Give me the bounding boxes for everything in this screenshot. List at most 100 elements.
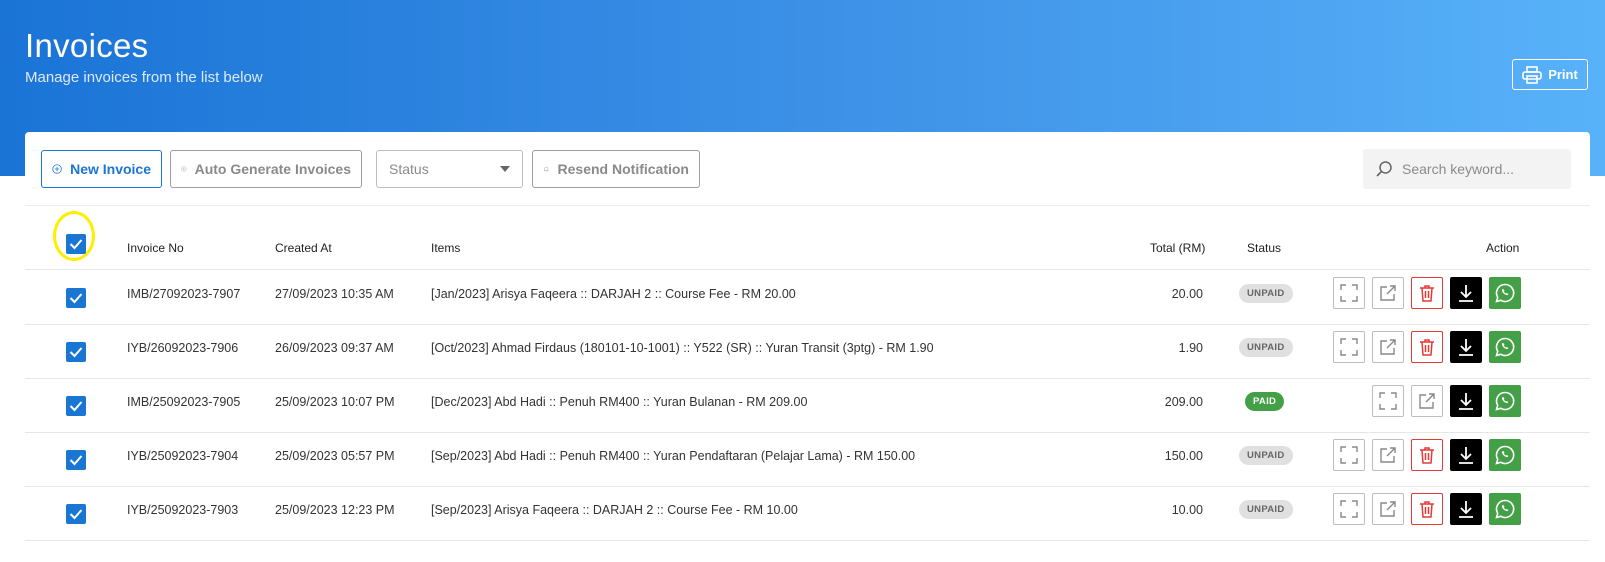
download-button[interactable] xyxy=(1450,277,1482,309)
expand-button[interactable] xyxy=(1372,385,1404,417)
chevron-down-icon xyxy=(500,166,510,172)
bell-icon xyxy=(543,166,549,173)
resend-notification-button[interactable]: Resend Notification xyxy=(532,150,700,188)
auto-generate-button[interactable]: Auto Generate Invoices xyxy=(170,150,362,188)
total: 10.00 xyxy=(1171,503,1203,517)
search-box xyxy=(1363,149,1571,189)
open-external-button[interactable] xyxy=(1372,331,1404,363)
expand-button[interactable] xyxy=(1333,331,1365,363)
invoice-no: IYB/26092023-7906 xyxy=(127,341,239,355)
download-button[interactable] xyxy=(1450,385,1482,417)
whatsapp-icon xyxy=(1495,445,1515,465)
open-external-button[interactable] xyxy=(1372,493,1404,525)
auto-generate-label: Auto Generate Invoices xyxy=(194,161,351,177)
download-button[interactable] xyxy=(1450,331,1482,363)
created-at: 25/09/2023 12:23 PM xyxy=(275,503,395,517)
invoice-no: IYB/25092023-7903 xyxy=(127,503,239,517)
external-link-icon xyxy=(1380,501,1396,517)
whatsapp-button[interactable] xyxy=(1489,277,1521,309)
download-icon xyxy=(1459,447,1473,464)
created-at: 25/09/2023 10:07 PM xyxy=(275,395,395,409)
row-checkbox[interactable] xyxy=(66,288,86,308)
download-button[interactable] xyxy=(1450,439,1482,471)
status-select[interactable]: Status xyxy=(376,150,523,188)
created-at: 27/09/2023 10:35 AM xyxy=(275,287,394,301)
external-link-icon xyxy=(1419,393,1435,409)
trash-icon xyxy=(1420,501,1434,518)
expand-button[interactable] xyxy=(1333,439,1365,471)
delete-button[interactable] xyxy=(1411,439,1443,471)
open-external-button[interactable] xyxy=(1372,277,1404,309)
whatsapp-button[interactable] xyxy=(1489,439,1521,471)
row-checkbox[interactable] xyxy=(66,450,86,470)
table-row: IYB/25092023-7904 25/09/2023 05:57 PM [S… xyxy=(25,432,1590,487)
download-icon xyxy=(1459,501,1473,518)
created-at: 26/09/2023 09:37 AM xyxy=(275,341,394,355)
delete-button[interactable] xyxy=(1411,277,1443,309)
check-icon xyxy=(69,293,83,304)
check-icon xyxy=(69,509,83,520)
open-external-button[interactable] xyxy=(1411,385,1443,417)
print-label: Print xyxy=(1548,67,1578,82)
status-badge: UNPAID xyxy=(1239,338,1293,357)
invoice-card: New Invoice Auto Generate Invoices Statu… xyxy=(25,132,1590,562)
delete-button[interactable] xyxy=(1411,331,1443,363)
check-icon xyxy=(69,455,83,466)
table-row: IMB/25092023-7905 25/09/2023 10:07 PM [D… xyxy=(25,378,1590,433)
status-badge: UNPAID xyxy=(1239,284,1293,303)
check-icon xyxy=(69,239,83,250)
whatsapp-icon xyxy=(1495,499,1515,519)
external-link-icon xyxy=(1380,447,1396,463)
external-link-icon xyxy=(1380,285,1396,301)
delete-button[interactable] xyxy=(1411,493,1443,525)
print-button[interactable]: Print xyxy=(1512,59,1588,90)
search-input[interactable] xyxy=(1400,160,1564,178)
whatsapp-button[interactable] xyxy=(1489,385,1521,417)
items: [Sep/2023] Abd Hadi :: Penuh RM400 :: Yu… xyxy=(431,449,916,463)
created-at: 25/09/2023 05:57 PM xyxy=(275,449,395,463)
row-checkbox[interactable] xyxy=(66,504,86,524)
status-badge: PAID xyxy=(1245,392,1285,411)
whatsapp-button[interactable] xyxy=(1489,493,1521,525)
header-items: Items xyxy=(431,241,461,255)
check-icon xyxy=(69,401,83,412)
whatsapp-icon xyxy=(1495,337,1515,357)
invoice-no: IMB/27092023-7907 xyxy=(127,287,241,301)
new-invoice-button[interactable]: New Invoice xyxy=(41,150,162,188)
download-icon xyxy=(1459,339,1473,356)
header-created-at[interactable]: Created At xyxy=(275,241,332,255)
select-all-checkbox[interactable] xyxy=(66,234,86,254)
items: [Oct/2023] Ahmad Firdaus (180101-10-1001… xyxy=(431,341,934,355)
expand-button[interactable] xyxy=(1333,493,1365,525)
status-badge: UNPAID xyxy=(1239,446,1293,465)
trash-icon xyxy=(1420,447,1434,464)
invoice-no: IMB/25092023-7905 xyxy=(127,395,241,409)
expand-icon xyxy=(1340,446,1358,464)
trash-icon xyxy=(1420,339,1434,356)
header-invoice-no[interactable]: Invoice No xyxy=(127,241,184,255)
search-icon xyxy=(1376,161,1392,177)
header-total[interactable]: Total (RM) xyxy=(1150,241,1205,255)
check-icon xyxy=(69,347,83,358)
page-title: Invoices xyxy=(25,27,149,64)
row-checkbox[interactable] xyxy=(66,342,86,362)
expand-icon xyxy=(1340,500,1358,518)
total: 150.00 xyxy=(1164,449,1203,463)
download-icon xyxy=(1459,285,1473,302)
total: 209.00 xyxy=(1164,395,1203,409)
items: [Sep/2023] Arisya Faqeera :: DARJAH 2 ::… xyxy=(431,503,798,517)
header-action: Action xyxy=(1486,241,1520,255)
expand-button[interactable] xyxy=(1333,277,1365,309)
new-invoice-label: New Invoice xyxy=(70,161,151,177)
open-external-button[interactable] xyxy=(1372,439,1404,471)
status-badge: UNPAID xyxy=(1239,500,1293,519)
resend-notification-label: Resend Notification xyxy=(557,161,689,177)
header-status: Status xyxy=(1247,241,1282,255)
whatsapp-icon xyxy=(1495,391,1515,411)
whatsapp-button[interactable] xyxy=(1489,331,1521,363)
download-icon xyxy=(1459,393,1473,410)
page-subtitle: Manage invoices from the list below xyxy=(25,69,263,86)
download-button[interactable] xyxy=(1450,493,1482,525)
row-checkbox[interactable] xyxy=(66,396,86,416)
table-row: IYB/25092023-7903 25/09/2023 12:23 PM [S… xyxy=(25,486,1590,541)
